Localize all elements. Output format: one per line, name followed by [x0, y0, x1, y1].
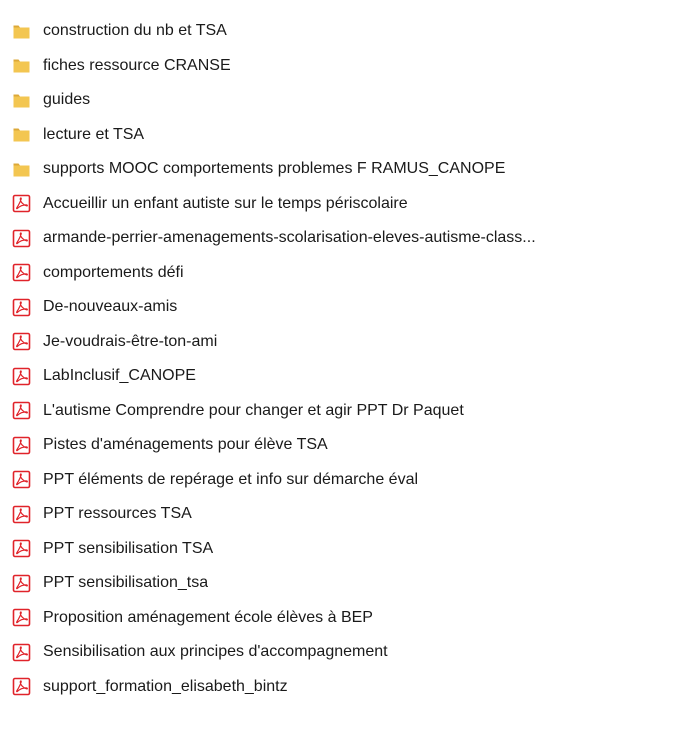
- pdf-file-item[interactable]: Proposition aménagement école élèves à B…: [0, 601, 696, 636]
- pdf-file-icon: [12, 505, 31, 524]
- pdf-file-item[interactable]: PPT sensibilisation TSA: [0, 532, 696, 567]
- item-name: fiches ressource CRANSE: [43, 56, 231, 74]
- item-name: lecture et TSA: [43, 125, 145, 143]
- item-name: armande-perrier-amenagements-scolarisati…: [43, 229, 536, 247]
- item-name: supports MOOC comportements problemes F …: [43, 160, 506, 178]
- item-name: PPT sensibilisation_tsa: [43, 574, 209, 592]
- item-name: Je-voudrais-être-ton-ami: [43, 332, 218, 350]
- item-name: PPT éléments de repérage et info sur dém…: [43, 470, 419, 488]
- pdf-file-icon: [12, 263, 31, 282]
- pdf-file-item[interactable]: De-nouveaux-amis: [0, 290, 696, 325]
- folder-icon: [12, 125, 31, 144]
- pdf-file-icon: [12, 574, 31, 593]
- pdf-file-icon: [12, 367, 31, 386]
- item-name: LabInclusif_CANOPE: [43, 367, 196, 385]
- folder-icon: [12, 160, 31, 179]
- folder-icon: [12, 91, 31, 110]
- item-name: PPT sensibilisation TSA: [43, 539, 214, 557]
- pdf-file-icon: [12, 539, 31, 558]
- pdf-file-item[interactable]: L'autisme Comprendre pour changer et agi…: [0, 394, 696, 429]
- folder-icon: [12, 56, 31, 75]
- pdf-file-item[interactable]: Je-voudrais-être-ton-ami: [0, 325, 696, 360]
- pdf-file-item[interactable]: Sensibilisation aux principes d'accompag…: [0, 635, 696, 670]
- item-name: Accueillir un enfant autiste sur le temp…: [43, 194, 408, 212]
- folder-item[interactable]: fiches ressource CRANSE: [0, 49, 696, 84]
- pdf-file-item[interactable]: Accueillir un enfant autiste sur le temp…: [0, 187, 696, 222]
- pdf-file-icon: [12, 332, 31, 351]
- pdf-file-item[interactable]: PPT éléments de repérage et info sur dém…: [0, 463, 696, 498]
- item-name: Pistes d'aménagements pour élève TSA: [43, 436, 328, 454]
- folder-icon: [12, 22, 31, 41]
- item-name: L'autisme Comprendre pour changer et agi…: [43, 401, 464, 419]
- pdf-file-item[interactable]: comportements défi: [0, 256, 696, 291]
- item-name: Proposition aménagement école élèves à B…: [43, 608, 373, 626]
- pdf-file-item[interactable]: armande-perrier-amenagements-scolarisati…: [0, 221, 696, 256]
- item-name: comportements défi: [43, 263, 184, 281]
- item-name: De-nouveaux-amis: [43, 298, 178, 316]
- item-name: support_formation_elisabeth_bintz: [43, 677, 288, 695]
- folder-item[interactable]: construction du nb et TSA: [0, 14, 696, 49]
- pdf-file-icon: [12, 677, 31, 696]
- item-name: Sensibilisation aux principes d'accompag…: [43, 643, 388, 661]
- pdf-file-item[interactable]: PPT ressources TSA: [0, 497, 696, 532]
- file-list: construction du nb et TSA fiches ressour…: [0, 0, 696, 745]
- item-name: PPT ressources TSA: [43, 505, 192, 523]
- pdf-file-icon: [12, 436, 31, 455]
- pdf-file-icon: [12, 643, 31, 662]
- folder-item[interactable]: supports MOOC comportements problemes F …: [0, 152, 696, 187]
- pdf-file-item[interactable]: support_formation_elisabeth_bintz: [0, 670, 696, 705]
- pdf-file-item[interactable]: LabInclusif_CANOPE: [0, 359, 696, 394]
- pdf-file-icon: [12, 401, 31, 420]
- item-name: construction du nb et TSA: [43, 22, 227, 40]
- pdf-file-icon: [12, 470, 31, 489]
- pdf-file-icon: [12, 194, 31, 213]
- item-name: guides: [43, 91, 91, 109]
- folder-item[interactable]: lecture et TSA: [0, 118, 696, 153]
- pdf-file-item[interactable]: Pistes d'aménagements pour élève TSA: [0, 428, 696, 463]
- folder-item[interactable]: guides: [0, 83, 696, 118]
- pdf-file-icon: [12, 298, 31, 317]
- pdf-file-item[interactable]: PPT sensibilisation_tsa: [0, 566, 696, 601]
- pdf-file-icon: [12, 229, 31, 248]
- pdf-file-icon: [12, 608, 31, 627]
